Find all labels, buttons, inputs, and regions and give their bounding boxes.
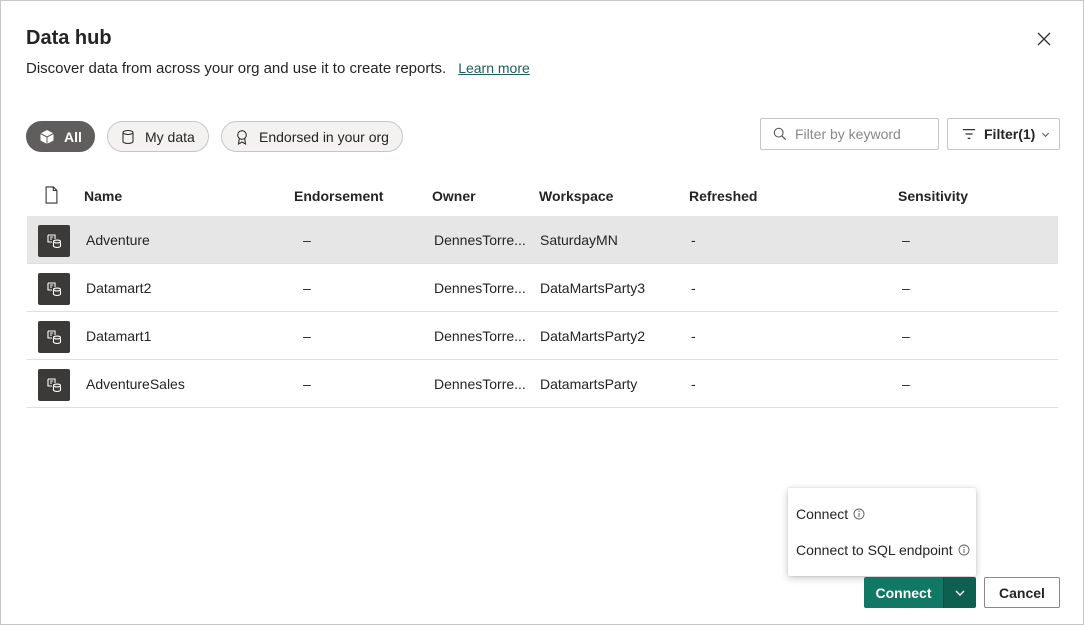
learn-more-link[interactable]: Learn more	[458, 60, 530, 76]
table-row[interactable]: Datamart2 – DennesTorre... DataMartsPart…	[27, 264, 1058, 312]
data-hub-dialog: Data hub Discover data from across your …	[0, 0, 1084, 625]
chevron-down-icon	[954, 587, 966, 599]
row-workspace: SaturdayMN	[540, 232, 618, 248]
row-endorsement: –	[303, 376, 311, 392]
row-name: AdventureSales	[86, 376, 185, 392]
filter-pill-endorsed[interactable]: Endorsed in your org	[221, 121, 403, 152]
table-row[interactable]: Datamart1 – DennesTorre... DataMartsPart…	[27, 312, 1058, 360]
row-workspace: DataMartsParty3	[540, 280, 646, 296]
column-header-sensitivity[interactable]: Sensitivity	[898, 188, 968, 204]
info-icon	[853, 508, 865, 520]
filter-pill-label: My data	[145, 128, 195, 145]
filter-pill-all[interactable]: All	[26, 121, 95, 152]
column-header-owner[interactable]: Owner	[432, 188, 476, 204]
connect-button[interactable]: Connect	[864, 577, 943, 608]
cube-icon	[39, 129, 55, 145]
datamart-icon	[38, 225, 70, 257]
menu-item-connect-sql-endpoint[interactable]: Connect to SQL endpoint	[796, 542, 970, 558]
row-name: Datamart1	[86, 328, 152, 344]
row-owner: DennesTorre...	[434, 376, 526, 392]
search-icon	[773, 127, 787, 141]
connect-dropdown-menu: Connect Connect to SQL endpoint	[788, 488, 976, 576]
row-refreshed: -	[691, 232, 696, 248]
row-endorsement: –	[303, 280, 311, 296]
search-box[interactable]	[760, 118, 939, 150]
table-header: Name Endorsement Owner Workspace Refresh…	[27, 179, 1058, 215]
row-sensitivity: –	[902, 232, 910, 248]
datamart-icon	[38, 369, 70, 401]
file-type-icon	[44, 186, 59, 209]
column-header-refreshed[interactable]: Refreshed	[689, 188, 757, 204]
menu-item-label: Connect to SQL endpoint	[796, 542, 953, 558]
filter-pill-my-data[interactable]: My data	[107, 121, 209, 152]
row-sensitivity: –	[902, 280, 910, 296]
column-header-name[interactable]: Name	[84, 188, 122, 204]
subtitle-text: Discover data from across your org and u…	[26, 60, 447, 77]
filter-button-label: Filter(1)	[984, 126, 1036, 142]
datamart-icon	[38, 321, 70, 353]
filter-icon	[962, 127, 976, 141]
menu-item-label: Connect	[796, 506, 849, 522]
row-refreshed: -	[691, 280, 696, 296]
connect-dropdown-button[interactable]	[943, 577, 976, 608]
row-owner: DennesTorre...	[434, 280, 526, 296]
row-endorsement: –	[303, 232, 311, 248]
row-workspace: DataMartsParty2	[540, 328, 646, 344]
dialog-title: Data hub	[26, 27, 112, 49]
row-sensitivity: –	[902, 328, 910, 344]
column-header-workspace[interactable]: Workspace	[539, 188, 613, 204]
row-sensitivity: –	[902, 376, 910, 392]
menu-item-connect[interactable]: Connect	[796, 506, 865, 522]
row-workspace: DatamartsParty	[540, 376, 638, 392]
dialog-subtitle: Discover data from across your org and u…	[26, 60, 530, 77]
close-icon[interactable]	[1036, 31, 1056, 51]
info-icon	[958, 544, 970, 556]
filter-pill-label: All	[64, 128, 82, 145]
row-refreshed: -	[691, 376, 696, 392]
table-row[interactable]: Adventure – DennesTorre... SaturdayMN - …	[27, 216, 1058, 264]
filter-pill-label: Endorsed in your org	[259, 128, 389, 145]
row-owner: DennesTorre...	[434, 232, 526, 248]
row-name: Datamart2	[86, 280, 152, 296]
table-row[interactable]: AdventureSales – DennesTorre... Datamart…	[27, 360, 1058, 408]
database-icon	[120, 129, 136, 145]
search-input[interactable]	[795, 126, 935, 142]
row-refreshed: -	[691, 328, 696, 344]
table-body: Adventure – DennesTorre... SaturdayMN - …	[27, 216, 1058, 408]
row-endorsement: –	[303, 328, 311, 344]
datamart-icon	[38, 273, 70, 305]
row-owner: DennesTorre...	[434, 328, 526, 344]
column-header-endorsement[interactable]: Endorsement	[294, 188, 383, 204]
ribbon-icon	[234, 129, 250, 145]
chevron-down-icon	[1041, 130, 1050, 139]
filter-button[interactable]: Filter(1)	[947, 118, 1060, 150]
row-name: Adventure	[86, 232, 150, 248]
cancel-button[interactable]: Cancel	[984, 577, 1060, 608]
